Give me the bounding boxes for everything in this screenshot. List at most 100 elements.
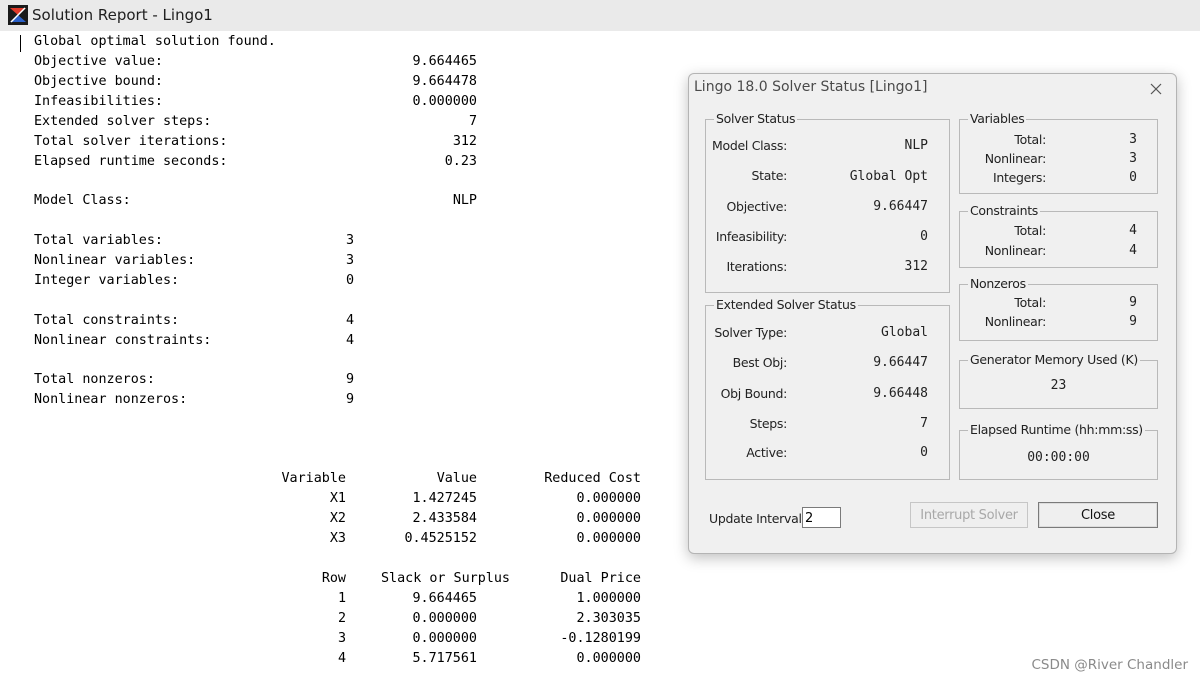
- variables-integers-value: 0: [1129, 170, 1137, 185]
- var-table-cell-name: X2: [329, 511, 346, 526]
- best-obj-label: Best Obj:: [732, 355, 788, 370]
- window-title: Solution Report - Lingo1: [32, 6, 213, 24]
- row-table-cell-dual-price: 1.000000: [576, 591, 642, 606]
- iterations-label: Iterations:: [726, 259, 788, 274]
- var-table-header-value: Value: [436, 471, 477, 486]
- state-label: State:: [751, 168, 788, 183]
- nonzeros-group: Nonzeros Total: 9 Nonlinear: 9: [959, 276, 1158, 341]
- report-value-iterations: 312: [452, 134, 477, 149]
- report-value-total-constraints: 4: [345, 313, 354, 328]
- constraints-nonlinear-value: 4: [1129, 243, 1137, 258]
- row-table-cell-dual-price: -0.1280199: [560, 631, 641, 646]
- row-table-cell-slack: 0.000000: [412, 611, 478, 626]
- dialog-title: Lingo 18.0 Solver Status [Lingo1]: [694, 79, 928, 95]
- row-table-cell-slack: 9.664465: [412, 591, 478, 606]
- report-label-infeasibilities: Infeasibilities:: [34, 94, 163, 109]
- var-table-cell-value: 2.433584: [412, 511, 478, 526]
- report-line-found: Global optimal solution found.: [34, 34, 276, 49]
- report-label-model-class: Model Class:: [34, 193, 131, 208]
- report-value-total-variables: 3: [345, 233, 354, 248]
- iterations-value: 312: [904, 259, 928, 274]
- active-value: 0: [920, 445, 928, 460]
- nonzeros-total-value: 9: [1129, 295, 1137, 310]
- nonzeros-nonlinear-label: Nonlinear:: [984, 314, 1047, 329]
- row-table-header-row: Row: [321, 571, 346, 586]
- constraints-total-value: 4: [1129, 223, 1137, 238]
- report-label-total-variables: Total variables:: [34, 233, 163, 248]
- update-interval-label: Update Interval:: [709, 511, 806, 526]
- infeasibility-label: Infeasibility:: [715, 229, 787, 244]
- variables-nonlinear-value: 3: [1129, 151, 1137, 166]
- report-value-nonlinear-variables: 3: [345, 253, 354, 268]
- row-table-cell-row: 1: [337, 591, 346, 606]
- report-value-integer-variables: 0: [345, 273, 354, 288]
- objective-value: 9.66447: [873, 199, 928, 214]
- var-table-cell-reduced-cost: 0.000000: [576, 531, 642, 546]
- report-value-bound: 9.664478: [412, 74, 478, 89]
- text-caret: [20, 35, 21, 52]
- nonzeros-group-label: Nonzeros: [968, 276, 1028, 291]
- var-table-cell-reduced-cost: 0.000000: [576, 491, 642, 506]
- variables-total-value: 3: [1129, 132, 1137, 147]
- report-label-bound: Objective bound:: [34, 74, 163, 89]
- row-table-cell-row: 2: [337, 611, 346, 626]
- lingo-app-icon[interactable]: [8, 5, 28, 25]
- report-label-integer-variables: Integer variables:: [34, 273, 180, 288]
- nonzeros-nonlinear-value: 9: [1129, 314, 1137, 329]
- variables-group-label: Variables: [968, 111, 1027, 126]
- nonzeros-total-label: Total:: [1014, 295, 1046, 310]
- elapsed-runtime-group-label: Elapsed Runtime (hh:mm:ss): [968, 422, 1145, 437]
- constraints-nonlinear-label: Nonlinear:: [984, 243, 1047, 258]
- var-table-cell-value: 1.427245: [412, 491, 478, 506]
- report-label-total-nonzeros: Total nonzeros:: [34, 372, 155, 387]
- var-table-cell-reduced-cost: 0.000000: [576, 511, 642, 526]
- variables-nonlinear-label: Nonlinear:: [984, 151, 1047, 166]
- var-table-cell-value: 0.4525152: [404, 531, 477, 546]
- report-value-runtime: 0.23: [444, 154, 477, 169]
- steps-label: Steps:: [749, 416, 788, 431]
- generator-memory-value: 23: [1050, 378, 1067, 393]
- interrupt-solver-button[interactable]: Interrupt Solver: [910, 502, 1028, 528]
- constraints-group: Constraints Total: 4 Nonlinear: 4: [959, 203, 1158, 268]
- report-value-steps: 7: [468, 114, 477, 129]
- var-table-header-reduced-cost: Reduced Cost: [544, 471, 641, 486]
- report-value-nonlinear-nonzeros: 9: [345, 392, 354, 407]
- generator-memory-group: Generator Memory Used (K) 23: [959, 352, 1158, 409]
- close-button[interactable]: Close: [1038, 502, 1158, 528]
- solver-type-value: Global: [881, 325, 928, 340]
- report-value-objective: 9.664465: [412, 54, 478, 69]
- title-bar: Solution Report - Lingo1: [0, 0, 1200, 32]
- row-table-cell-dual-price: 2.303035: [576, 611, 642, 626]
- report-value-model-class: NLP: [452, 193, 477, 208]
- var-table-header-variable: Variable: [281, 471, 347, 486]
- row-table-cell-row: 4: [337, 651, 346, 666]
- report-label-runtime: Elapsed runtime seconds:: [34, 154, 228, 169]
- best-obj-value: 9.66447: [873, 355, 928, 370]
- report-value-total-nonzeros: 9: [345, 372, 354, 387]
- variables-integers-label: Integers:: [993, 170, 1046, 185]
- report-label-steps: Extended solver steps:: [34, 114, 212, 129]
- extended-solver-status-group-label: Extended Solver Status: [714, 297, 858, 312]
- row-table-cell-slack: 5.717561: [412, 651, 478, 666]
- active-label: Active:: [746, 445, 787, 460]
- report-label-objective: Objective value:: [34, 54, 163, 69]
- close-icon[interactable]: [1146, 79, 1166, 99]
- elapsed-runtime-value: 00:00:00: [1027, 450, 1090, 465]
- row-table-cell-row: 3: [337, 631, 346, 646]
- solver-status-group-label: Solver Status: [714, 111, 798, 126]
- solver-status-group: Solver Status Model Class: NLP State: Gl…: [705, 111, 950, 293]
- constraints-total-label: Total:: [1014, 223, 1046, 238]
- watermark-text: CSDN @River Chandler: [1031, 657, 1188, 673]
- report-label-total-constraints: Total constraints:: [34, 313, 180, 328]
- obj-bound-label: Obj Bound:: [720, 386, 788, 401]
- state-value: Global Opt: [849, 169, 928, 184]
- update-interval-input[interactable]: 2: [802, 507, 841, 528]
- var-table-cell-name: X3: [329, 531, 346, 546]
- report-label-nonlinear-variables: Nonlinear variables:: [34, 253, 196, 268]
- infeasibility-value: 0: [920, 229, 928, 244]
- report-label-nonlinear-nonzeros: Nonlinear nonzeros:: [34, 392, 188, 407]
- generator-memory-group-label: Generator Memory Used (K): [968, 352, 1140, 367]
- model-class-value: NLP: [904, 138, 928, 153]
- elapsed-runtime-group: Elapsed Runtime (hh:mm:ss) 00:00:00: [959, 422, 1158, 480]
- extended-solver-status-group: Extended Solver Status Solver Type: Glob…: [705, 297, 950, 480]
